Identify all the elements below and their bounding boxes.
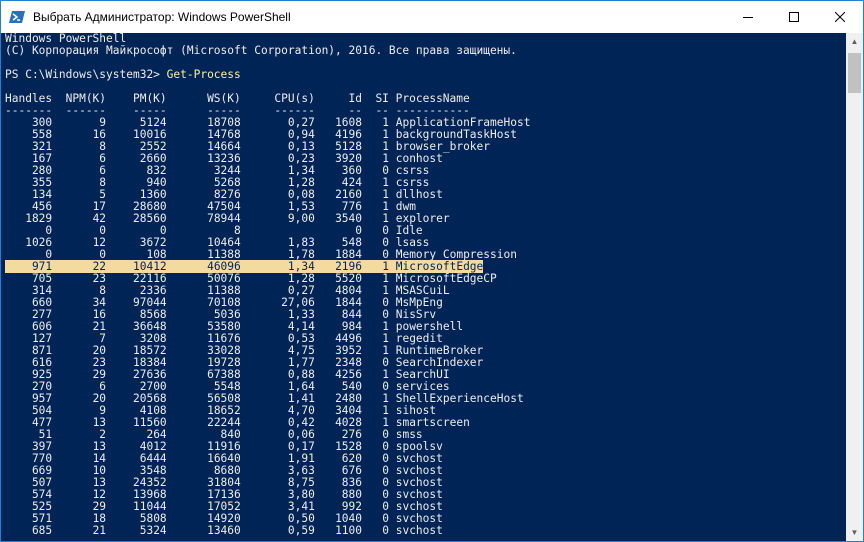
- process-row-text: 685 21 5324 13460 0,59 1100 0 svchost: [5, 524, 443, 537]
- scroll-up-button[interactable]: ▲: [846, 33, 863, 50]
- close-icon: [835, 12, 845, 22]
- vertical-scrollbar[interactable]: ▲ ▼: [846, 33, 863, 541]
- prompt: PS C:\Windows\system32>: [5, 68, 167, 81]
- command-text: Get-Process: [166, 68, 241, 81]
- console-output[interactable]: Windows PowerShell (C) Корпорация Майкро…: [1, 33, 846, 541]
- maximize-button[interactable]: [771, 1, 817, 33]
- close-button[interactable]: [817, 1, 863, 33]
- minimize-button[interactable]: [725, 1, 771, 33]
- prompt-line: PS C:\Windows\system32> Get-Process: [5, 69, 241, 81]
- cell-npm: 21: [52, 524, 107, 537]
- process-row: 685 21 5324 13460 0,59 1100 0 svchost: [5, 525, 443, 537]
- maximize-icon: [789, 12, 799, 22]
- scroll-down-button[interactable]: ▼: [846, 524, 863, 541]
- cell-name: svchost: [395, 524, 443, 537]
- powershell-icon: [9, 11, 25, 23]
- cell-cpu: 0,59: [240, 524, 315, 537]
- minimize-icon: [743, 17, 753, 18]
- cell-ws: 13460: [166, 524, 241, 537]
- cell-id: 1100: [314, 524, 363, 537]
- cell-si: 0: [362, 524, 389, 537]
- arrow-down-icon: ▼: [850, 528, 859, 537]
- title-bar[interactable]: Выбрать Администратор: Windows PowerShel…: [1, 1, 863, 33]
- powershell-window: Выбрать Администратор: Windows PowerShel…: [0, 0, 864, 542]
- scrollbar-thumb[interactable]: [848, 53, 861, 93]
- cell-handles: 685: [5, 524, 53, 537]
- arrow-up-icon: ▲: [850, 37, 859, 46]
- copyright-line: (C) Корпорация Майкрософт (Microsoft Cor…: [5, 44, 517, 57]
- window-title: Выбрать Администратор: Windows PowerShel…: [33, 10, 291, 24]
- cell-pm: 5324: [106, 524, 167, 537]
